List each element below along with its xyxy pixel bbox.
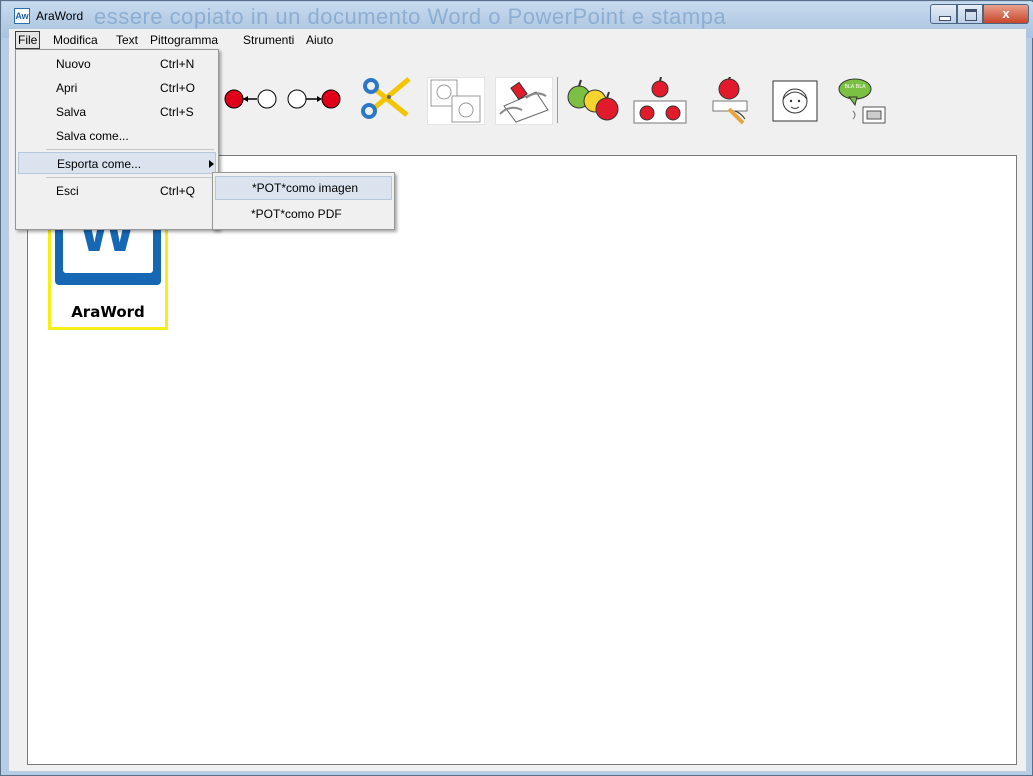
menu-file[interactable]: File [15, 31, 41, 49]
menu-item-label: Nuovo [56, 57, 91, 71]
change-colors-icon [633, 76, 687, 124]
submenu-item-imagen[interactable]: *POT*como imagen [215, 176, 392, 200]
portrait-button[interactable] [767, 77, 825, 125]
menu-text[interactable]: Text [114, 32, 140, 48]
menu-item-shortcut: Ctrl+N [160, 57, 195, 71]
move-left-button[interactable] [223, 75, 277, 123]
move-left-icon [224, 89, 277, 109]
menu-item-label: Salva [56, 105, 87, 119]
label-button[interactable] [699, 74, 757, 125]
copy-button[interactable] [427, 77, 485, 125]
menu-item-shortcut: Ctrl+Q [160, 184, 196, 198]
tile-caption: AraWord [71, 303, 145, 321]
move-right-button[interactable] [286, 75, 341, 123]
menu-item-label: Esci [56, 184, 79, 198]
file-menu-dropdown: Nuovo Ctrl+N Apri Ctrl+O Salva Ctrl+S Sa… [15, 49, 219, 230]
paste-glue-icon [499, 81, 549, 123]
copy-pictogram-icon [430, 79, 481, 123]
toolbar-separator [557, 77, 558, 123]
write-label-icon [712, 74, 748, 125]
menu-item-label: Salva come... [56, 129, 129, 143]
minimize-button[interactable] [930, 4, 957, 24]
menu-strumenti[interactable]: Strumenti [241, 32, 296, 48]
menu-aiuto[interactable]: Aiuto [304, 32, 335, 48]
background-text: essere copiato in un documento Word o Po… [94, 4, 727, 29]
submenu-item-label: *POT*como imagen [252, 181, 359, 195]
app-window: essere copiato in un documento Word o Po… [0, 0, 1033, 776]
menu-item-label: Esporta come... [57, 157, 142, 171]
maximize-icon [965, 9, 977, 21]
document-canvas[interactable]: W AraWord [27, 155, 1017, 765]
menu-item-shortcut: Ctrl+S [160, 105, 194, 119]
menu-item-esporta-come[interactable]: Esporta come... [18, 152, 216, 174]
menu-separator [46, 149, 214, 150]
export-submenu: *POT*como imagen *POT*como PDF [212, 172, 395, 230]
menu-modifica[interactable]: Modifica [51, 32, 100, 48]
color-button[interactable] [631, 76, 689, 125]
submenu-item-pdf[interactable]: *POT*como PDF [215, 202, 392, 226]
menu-item-salva-come[interactable]: Salva come... [18, 125, 216, 147]
paste-button[interactable] [495, 77, 553, 125]
scissors-icon [361, 77, 411, 119]
speech-button[interactable]: BLA BLA [833, 77, 891, 127]
submenu-item-label: *POT*como PDF [251, 207, 342, 221]
close-button[interactable]: x [983, 4, 1029, 24]
minimize-icon [939, 16, 951, 21]
menu-bar: File Modifica Text Pittogramma Strumenti… [9, 29, 1026, 51]
move-right-icon [287, 89, 341, 109]
speech-icon: BLA BLA [838, 78, 886, 124]
svg-text:BLA BLA: BLA BLA [844, 84, 866, 90]
cut-button[interactable] [357, 75, 411, 123]
menu-pittogramma[interactable]: Pittogramma [148, 32, 220, 48]
menu-separator [46, 177, 214, 178]
menu-item-shortcut: Ctrl+O [160, 81, 196, 95]
close-icon: x [1002, 6, 1010, 21]
app-icon: Aw [14, 8, 30, 24]
submenu-arrow-icon [209, 160, 214, 168]
maximize-button[interactable] [957, 4, 983, 24]
menu-item-salva[interactable]: Salva Ctrl+S [18, 101, 216, 123]
menu-item-esci[interactable]: Esci Ctrl+Q [18, 180, 216, 202]
menu-item-label: Apri [56, 81, 78, 95]
menu-item-nuovo[interactable]: Nuovo Ctrl+N [18, 53, 216, 75]
plural-button[interactable] [565, 77, 623, 125]
menu-item-apri[interactable]: Apri Ctrl+O [18, 77, 216, 99]
plural-apples-icon [567, 79, 619, 121]
window-title: AraWord [36, 9, 84, 23]
face-portrait-icon [772, 80, 818, 122]
